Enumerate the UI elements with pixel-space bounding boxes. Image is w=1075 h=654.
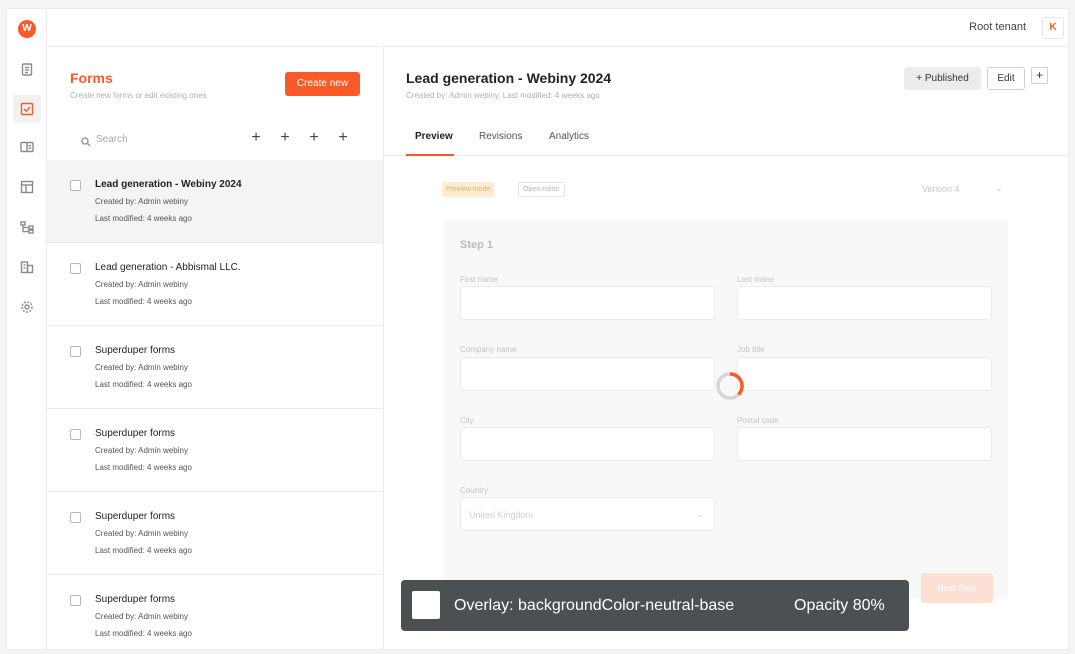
- webiny-logo-icon[interactable]: W: [18, 20, 36, 38]
- row-checkbox[interactable]: [70, 180, 81, 191]
- chevron-down-icon: ⌄: [995, 183, 1003, 193]
- list-item[interactable]: Superduper forms Created by: Admin webin…: [47, 492, 383, 575]
- form-detail-panel: Lead generation - Webiny 2024 Created by…: [384, 47, 1068, 649]
- more-plus-button[interactable]: +: [1031, 67, 1048, 84]
- list-item-modified: Last modified: 4 weeks ago: [95, 380, 192, 389]
- form-preview: Preview mode Open editor Version 4 ⌄ Ste…: [384, 157, 1068, 649]
- overlay-label: Overlay: backgroundColor-neutral-base: [454, 597, 735, 614]
- building-icon[interactable]: [17, 257, 37, 277]
- filter-plus-icon[interactable]: +: [247, 129, 265, 147]
- forms-list: Lead generation - Webiny 2024 Created by…: [47, 160, 383, 649]
- list-item[interactable]: Superduper forms Created by: Admin webin…: [47, 575, 383, 649]
- filter-plus-icon[interactable]: +: [276, 129, 294, 147]
- form-title: Lead generation - Webiny 2024: [406, 70, 612, 86]
- list-item[interactable]: Superduper forms Created by: Admin webin…: [47, 409, 383, 492]
- field-label: City: [460, 416, 474, 425]
- page-subtitle: Create new forms or edit existing ones: [70, 91, 207, 100]
- search-input[interactable]: [96, 131, 236, 147]
- active-tab-indicator: [406, 154, 454, 156]
- tab-analytics[interactable]: Analytics: [549, 131, 589, 142]
- table-icon[interactable]: [17, 177, 37, 197]
- user-avatar[interactable]: K: [1042, 17, 1064, 39]
- list-item-modified: Last modified: 4 weeks ago: [95, 546, 192, 555]
- overlay-opacity: Opacity 80%: [794, 597, 885, 614]
- list-item-modified: Last modified: 4 weeks ago: [95, 629, 192, 638]
- row-checkbox[interactable]: [70, 429, 81, 440]
- workflow-icon[interactable]: [17, 217, 37, 237]
- city-field[interactable]: [460, 427, 715, 461]
- field-label: Job title: [737, 345, 765, 354]
- overlay-info-toast: Overlay: backgroundColor-neutral-base Op…: [401, 580, 909, 631]
- list-item-title: Superduper forms: [95, 428, 176, 439]
- row-checkbox[interactable]: [70, 512, 81, 523]
- row-checkbox[interactable]: [70, 595, 81, 606]
- preview-mode-badge: Preview mode: [442, 182, 495, 197]
- gear-icon[interactable]: [17, 297, 37, 317]
- field-label: First name: [460, 275, 498, 284]
- list-item-modified: Last modified: 4 weeks ago: [95, 214, 192, 223]
- field-label: Postal code: [737, 416, 779, 425]
- list-item-title: Superduper forms: [95, 511, 176, 522]
- field-label: Last mane: [737, 275, 775, 284]
- form-step-card: Step 1 First name Last mane Company name…: [444, 219, 1008, 599]
- row-checkbox[interactable]: [70, 263, 81, 274]
- published-button[interactable]: + Published: [904, 67, 981, 90]
- list-item-title: Lead generation - Abbismal LLC.: [95, 262, 241, 273]
- tab-revisions[interactable]: Revisions: [479, 131, 522, 142]
- list-item-created: Created by: Admin webiny: [95, 363, 188, 372]
- list-item-created: Created by: Admin webiny: [95, 280, 188, 289]
- list-item[interactable]: Superduper forms Created by: Admin webin…: [47, 326, 383, 409]
- job-title-field[interactable]: [737, 357, 992, 391]
- first-name-field[interactable]: [460, 286, 715, 320]
- app-frame: W Root tenant K Forms Create new forms o…: [6, 8, 1069, 650]
- list-item[interactable]: Lead generation - Webiny 2024 Created by…: [47, 160, 383, 243]
- tenant-name[interactable]: Root tenant: [969, 21, 1026, 33]
- country-select[interactable]: United Kingdom ⌄: [460, 497, 715, 531]
- list-item-title: Superduper forms: [95, 345, 176, 356]
- detail-tabs: Preview Revisions Analytics: [384, 117, 1068, 156]
- filter-toolbar: + + + +: [247, 129, 352, 147]
- list-item-created: Created by: Admin webiny: [95, 446, 188, 455]
- top-bar: Root tenant K: [47, 9, 1068, 47]
- create-new-button[interactable]: Create new: [285, 72, 360, 96]
- filter-plus-icon[interactable]: +: [305, 129, 323, 147]
- filter-plus-icon[interactable]: +: [334, 129, 352, 147]
- open-editor-link[interactable]: Open editor: [518, 182, 565, 197]
- page-icon[interactable]: [17, 137, 37, 157]
- next-step-button[interactable]: Next Step: [921, 573, 993, 603]
- company-name-field[interactable]: [460, 357, 715, 391]
- list-item[interactable]: Lead generation - Abbismal LLC. Created …: [47, 243, 383, 326]
- clipboard-icon[interactable]: [17, 59, 37, 79]
- chevron-down-icon: ⌄: [696, 509, 704, 519]
- list-item-modified: Last modified: 4 weeks ago: [95, 297, 192, 306]
- step-title: Step 1: [460, 239, 494, 251]
- version-select[interactable]: Version 4: [922, 184, 960, 194]
- list-item-created: Created by: Admin webiny: [95, 197, 188, 206]
- row-checkbox[interactable]: [70, 346, 81, 357]
- list-item-modified: Last modified: 4 weeks ago: [95, 463, 192, 472]
- last-name-field[interactable]: [737, 286, 992, 320]
- list-item-created: Created by: Admin webiny: [95, 529, 188, 538]
- field-label: Country: [460, 486, 489, 495]
- form-check-icon[interactable]: [13, 95, 41, 123]
- postal-code-field[interactable]: [737, 427, 992, 461]
- form-meta: Created by: Admin webiny, Last modified:…: [406, 91, 600, 100]
- left-rail: W: [7, 9, 47, 649]
- country-value: United Kingdom: [469, 510, 534, 520]
- list-item-title: Superduper forms: [95, 594, 176, 605]
- field-label: Company name: [460, 345, 517, 354]
- loading-spinner-icon: [716, 372, 744, 400]
- forms-list-panel: Forms Create new forms or edit existing …: [47, 47, 384, 649]
- page-title: Forms: [70, 70, 113, 86]
- edit-button[interactable]: Edit: [987, 67, 1025, 90]
- tab-preview[interactable]: Preview: [415, 131, 453, 142]
- color-swatch: [412, 591, 440, 619]
- list-item-created: Created by: Admin webiny: [95, 612, 188, 621]
- list-item-title: Lead generation - Webiny 2024: [95, 179, 242, 190]
- search-icon: [81, 134, 91, 152]
